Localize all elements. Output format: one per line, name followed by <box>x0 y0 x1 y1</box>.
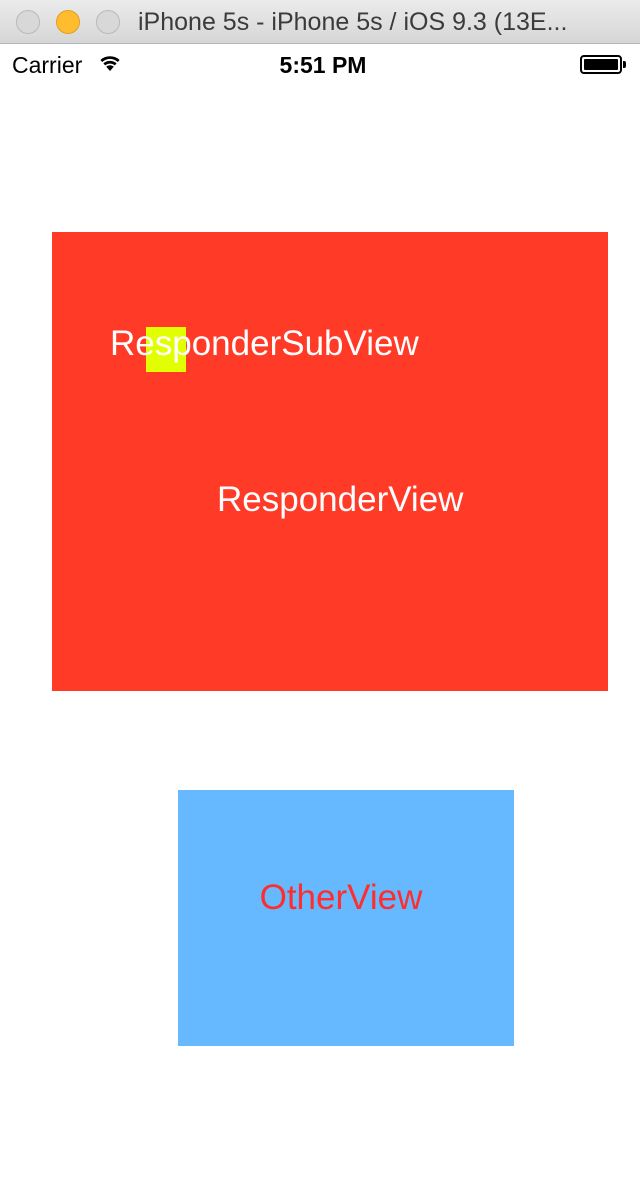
battery-icon <box>580 55 622 74</box>
ios-status-bar: Carrier 5:51 PM <box>0 44 640 84</box>
other-view-label: OtherView <box>259 878 423 917</box>
simulator-window: iPhone 5s - iPhone 5s / iOS 9.3 (13E... … <box>0 0 640 1180</box>
minimize-window-button[interactable] <box>56 10 80 34</box>
zoom-window-button[interactable] <box>96 10 120 34</box>
status-time: 5:51 PM <box>279 52 367 78</box>
other-view[interactable]: OtherView <box>178 790 514 1046</box>
window-title: iPhone 5s - iPhone 5s / iOS 9.3 (13E... <box>138 8 568 36</box>
responder-view-label: ResponderView <box>217 480 464 519</box>
responder-view[interactable]: ResponderView <box>52 232 608 691</box>
close-window-button[interactable] <box>16 10 40 34</box>
battery-terminal <box>623 61 626 68</box>
responder-subview-label: ResponderSubView <box>110 324 419 363</box>
window-titlebar: iPhone 5s - iPhone 5s / iOS 9.3 (13E... <box>0 0 640 44</box>
battery-level-fill <box>584 59 618 70</box>
